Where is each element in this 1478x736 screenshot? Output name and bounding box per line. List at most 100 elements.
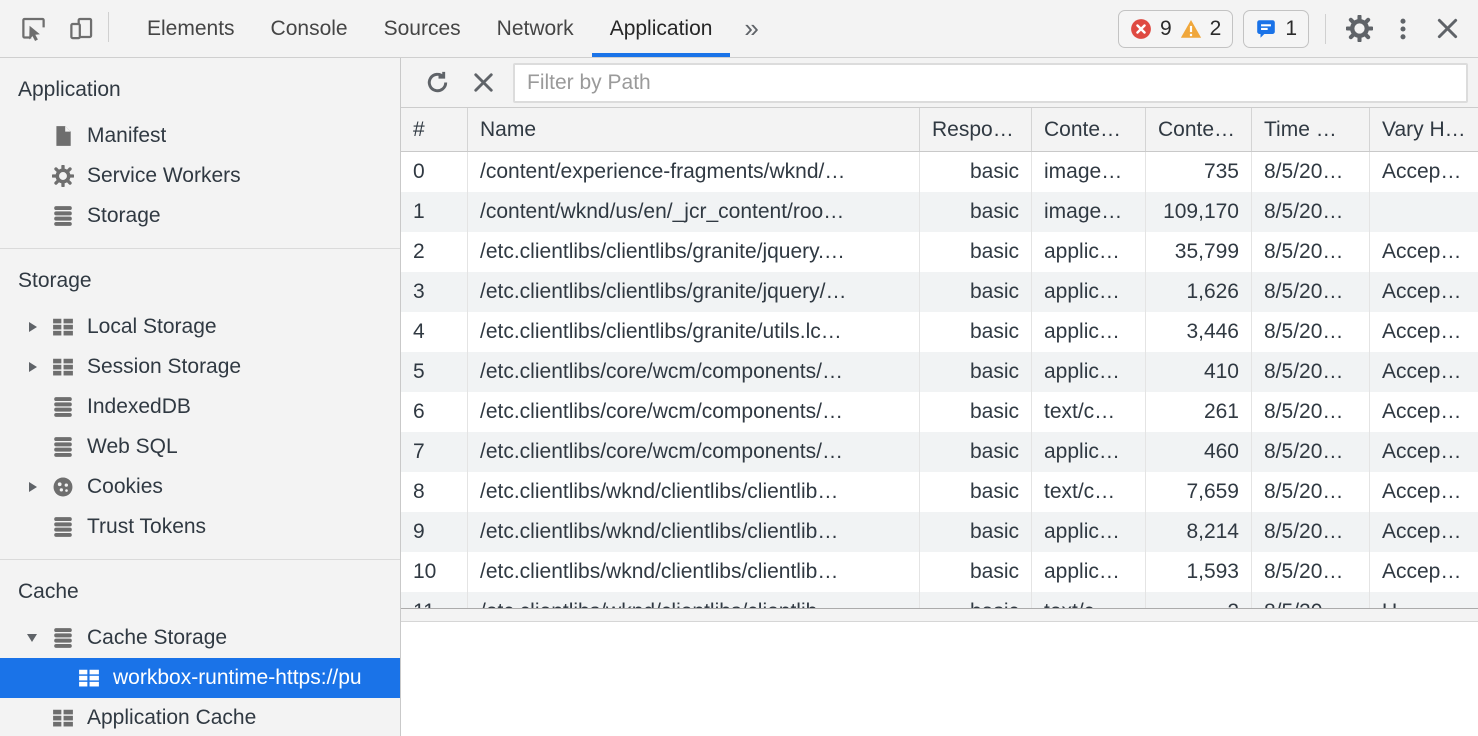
kebab-menu-icon[interactable] — [1386, 12, 1420, 46]
cache-table-body: 0/content/experience-fragments/wknd/… bas… — [401, 152, 1478, 608]
cell-content_length: 1,593 — [1146, 552, 1252, 592]
cell-name: /etc.clientlibs/clientlibs/granite/utils… — [468, 312, 920, 352]
sidebar-section-storage: StorageLocal StorageSession StorageIndex… — [0, 248, 400, 559]
table-row[interactable]: 5/etc.clientlibs/core/wcm/components/…ba… — [401, 352, 1478, 392]
sidebar-item-label: Local Storage — [87, 315, 217, 339]
database-icon — [52, 396, 74, 418]
filter-by-path-input[interactable] — [513, 63, 1468, 103]
column-header-time_cached[interactable]: Time … — [1252, 108, 1370, 151]
sidebar-item-label: Session Storage — [87, 355, 241, 379]
sidebar-item-cache-storage[interactable]: Cache Storage — [0, 618, 400, 658]
tab-console[interactable]: Console — [253, 0, 366, 57]
column-header-content_type[interactable]: Conte… — [1032, 108, 1146, 151]
toolbar-separator — [108, 12, 109, 42]
cookie-icon — [52, 476, 74, 498]
grid-icon — [52, 316, 74, 338]
sidebar-item-label: workbox-runtime-https://pu — [113, 666, 362, 690]
warning-triangle-icon — [1180, 19, 1202, 39]
cell-content_length: 410 — [1146, 352, 1252, 392]
chevron-right-icon[interactable] — [24, 482, 52, 492]
cell-name: /content/experience-fragments/wknd/… — [468, 152, 920, 192]
cell-time_cached: 8/5/20… — [1252, 512, 1370, 552]
toolbar-separator — [1325, 14, 1326, 44]
cell-num: 10 — [401, 552, 468, 592]
sidebar-item-session-storage[interactable]: Session Storage — [0, 347, 400, 387]
sidebar-item-trust-tokens[interactable]: Trust Tokens — [0, 507, 400, 547]
sidebar-item-local-storage[interactable]: Local Storage — [0, 307, 400, 347]
column-header-num[interactable]: # — [401, 108, 468, 151]
messages-badge[interactable]: 1 — [1243, 10, 1309, 48]
table-row[interactable]: 2/etc.clientlibs/clientlibs/granite/jque… — [401, 232, 1478, 272]
cell-response_type: basic — [920, 272, 1032, 312]
column-header-vary_header[interactable]: Vary H… — [1370, 108, 1478, 151]
cell-num: 5 — [401, 352, 468, 392]
table-row[interactable]: 1/content/wknd/us/en/_jcr_content/roo…ba… — [401, 192, 1478, 232]
table-row[interactable]: 9/etc.clientlibs/wknd/clientlibs/clientl… — [401, 512, 1478, 552]
cell-vary_header: Accep… — [1370, 472, 1478, 512]
column-header-response_type[interactable]: Respo… — [920, 108, 1032, 151]
cell-content_length: 8,214 — [1146, 512, 1252, 552]
sidebar-section-application: ApplicationManifestService WorkersStorag… — [0, 58, 400, 248]
table-row[interactable]: 7/etc.clientlibs/core/wcm/components/…ba… — [401, 432, 1478, 472]
sidebar-section-cache: CacheCache Storageworkbox-runtime-https:… — [0, 559, 400, 736]
cell-content_length: 460 — [1146, 432, 1252, 472]
sidebar-item-manifest[interactable]: Manifest — [0, 116, 400, 156]
sidebar-item-service-workers[interactable]: Service Workers — [0, 156, 400, 196]
error-count: 9 — [1160, 17, 1172, 41]
preview-pane — [401, 622, 1478, 736]
cell-response_type: basic — [920, 472, 1032, 512]
chevron-down-icon[interactable] — [24, 634, 52, 642]
cell-content_type: applic… — [1032, 272, 1146, 312]
tab-sources[interactable]: Sources — [366, 0, 479, 57]
table-row[interactable]: 10/etc.clientlibs/wknd/clientlibs/client… — [401, 552, 1478, 592]
cell-time_cached: 8/5/20… — [1252, 392, 1370, 432]
sidebar-item-storage[interactable]: Storage — [0, 196, 400, 236]
column-header-name[interactable]: Name — [468, 108, 920, 151]
close-icon[interactable] — [1430, 12, 1464, 46]
cell-content_type: text/c… — [1032, 472, 1146, 512]
cell-name: /etc.clientlibs/wknd/clientlibs/clientli… — [468, 472, 920, 512]
tab-network[interactable]: Network — [479, 0, 592, 57]
table-row[interactable]: 3/etc.clientlibs/clientlibs/granite/jque… — [401, 272, 1478, 312]
sidebar-item-label: Cache Storage — [87, 626, 227, 650]
refresh-icon[interactable] — [421, 67, 453, 99]
tab-application[interactable]: Application — [592, 0, 731, 57]
cell-content_type: applic… — [1032, 312, 1146, 352]
table-row[interactable]: 4/etc.clientlibs/clientlibs/granite/util… — [401, 312, 1478, 352]
more-tabs-icon[interactable]: » — [730, 0, 772, 57]
sidebar-item-application-cache[interactable]: Application Cache — [0, 698, 400, 736]
inspect-cursor-icon[interactable] — [16, 12, 50, 46]
sidebar-item-web-sql[interactable]: Web SQL — [0, 427, 400, 467]
device-toolbar-icon[interactable] — [64, 12, 98, 46]
tab-elements[interactable]: Elements — [129, 0, 253, 57]
cell-name: /content/wknd/us/en/_jcr_content/roo… — [468, 192, 920, 232]
grid-icon — [78, 667, 100, 689]
gear-icon[interactable] — [1342, 12, 1376, 46]
clear-icon[interactable] — [467, 67, 499, 99]
chevron-right-icon[interactable] — [24, 362, 52, 372]
cell-time_cached: 8/5/20… — [1252, 352, 1370, 392]
table-row[interactable]: 8/etc.clientlibs/wknd/clientlibs/clientl… — [401, 472, 1478, 512]
cell-content_length: 261 — [1146, 392, 1252, 432]
cell-num: 11 — [401, 592, 468, 608]
table-row[interactable]: 0/content/experience-fragments/wknd/…bas… — [401, 152, 1478, 192]
cell-content_type: text/c… — [1032, 392, 1146, 432]
sidebar-item-cookies[interactable]: Cookies — [0, 467, 400, 507]
horizontal-splitter[interactable] — [401, 608, 1478, 622]
cell-name: /etc.clientlibs/core/wcm/components/… — [468, 352, 920, 392]
sidebar-item-workbox-runtime-https-pu[interactable]: workbox-runtime-https://pu — [0, 658, 400, 698]
sidebar-item-indexeddb[interactable]: IndexedDB — [0, 387, 400, 427]
table-row[interactable]: 6/etc.clientlibs/core/wcm/components/…ba… — [401, 392, 1478, 432]
cell-time_cached: 8/5/20… — [1252, 152, 1370, 192]
document-icon — [52, 125, 74, 147]
database-icon — [52, 516, 74, 538]
cell-content_type: applic… — [1032, 512, 1146, 552]
column-header-content_length[interactable]: Conte… — [1146, 108, 1252, 151]
table-row[interactable]: 11/etc.clientlibs/wknd/clientlibs/client… — [401, 592, 1478, 608]
gear-icon — [52, 165, 74, 187]
issues-badge[interactable]: 9 2 — [1118, 10, 1233, 48]
cell-time_cached: 8/5/20… — [1252, 472, 1370, 512]
cell-num: 0 — [401, 152, 468, 192]
message-bubble-icon — [1255, 18, 1277, 40]
chevron-right-icon[interactable] — [24, 322, 52, 332]
